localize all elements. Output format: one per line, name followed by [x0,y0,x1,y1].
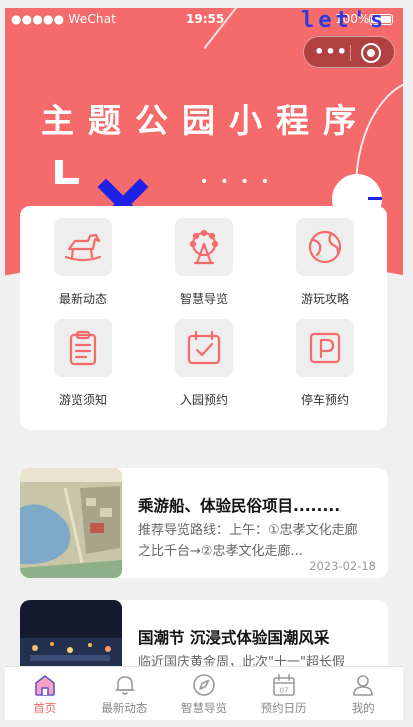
bottom-tab-bar: 首页 最新动态 智慧导览 07 预约日历 我的 [5,666,403,720]
news-card[interactable]: 乘游船、体验民俗项目........ 推荐导览路线：上午：①忠孝文化走廊之比千台… [20,468,388,578]
user-icon [353,675,374,696]
tab-label: 预约日历 [260,701,307,715]
news-thumbnail [20,468,122,578]
clipboard-icon [54,319,112,377]
tab-home[interactable]: 首页 [5,667,85,720]
feature-label: 智慧导览 [179,292,228,306]
tab-mine[interactable]: 我的 [323,667,403,720]
feature-parking-booking[interactable]: 停车预约 [270,307,380,407]
feature-visitor-notice[interactable]: 游览须知 [28,307,138,407]
navigation-icon [193,674,215,696]
overlay-text: let's [301,8,388,33]
tab-label: 我的 [351,701,375,715]
ferris-wheel-icon [175,218,233,276]
news-title: 国潮节 沉浸式体验国潮风采 [138,629,330,647]
bell-icon [114,676,135,695]
deco-dash [368,197,382,200]
feature-play-guide[interactable]: 游玩攻略 [270,206,380,306]
svg-text:07: 07 [279,687,288,695]
tab-label: 首页 [33,701,57,715]
close-miniprogram-icon[interactable] [361,43,381,63]
globe-icon [296,218,354,276]
capsule-divider [350,45,351,61]
more-icon[interactable]: ••• [314,44,348,62]
rocking-horse-icon [54,218,112,276]
news-date: 2023-02-18 [309,559,376,573]
tab-label: 最新动态 [101,701,148,715]
feature-label: 停车预约 [300,393,349,407]
news-title: 乘游船、体验民俗项目........ [138,497,341,515]
calendar-check-icon [175,319,233,377]
tab-smart-guide[interactable]: 智慧导览 [164,667,244,720]
deco-corner [55,160,79,184]
feature-entry-booking[interactable]: 入园预约 [149,307,259,407]
feature-latest-news[interactable]: 最新动态 [28,206,138,306]
feature-smart-guide[interactable]: 智慧导览 [149,206,259,306]
feature-label: 最新动态 [58,292,107,306]
mini-program-frame: ●●●●● WeChat 19:55 100% let's ••• 主题公园小程… [5,8,403,720]
news-description: 推荐导览路线：上午：①忠孝文化走廊之比千台→②忠孝文化走廊... [138,523,358,559]
tab-latest-news[interactable]: 最新动态 [85,667,165,720]
tab-booking-calendar[interactable]: 07 预约日历 [244,667,324,720]
tab-label: 智慧导览 [180,701,227,715]
feature-label: 入园预约 [179,393,228,407]
capsule-menu: ••• [303,36,395,68]
status-time: 19:55 [186,12,225,26]
home-icon [35,675,55,696]
page-title: 主题公园小程序 [41,101,370,140]
deco-dots: •••• [200,174,282,190]
parking-icon [296,319,354,377]
calendar-icon: 07 [272,674,295,696]
carrier-text: ●●●●● WeChat [11,12,117,26]
feature-grid: 最新动态 智慧导览 游玩攻略 游览须知 入园预约 停车预约 [20,206,387,430]
feature-label: 游玩攻略 [300,292,349,306]
feature-label: 游览须知 [58,393,107,407]
